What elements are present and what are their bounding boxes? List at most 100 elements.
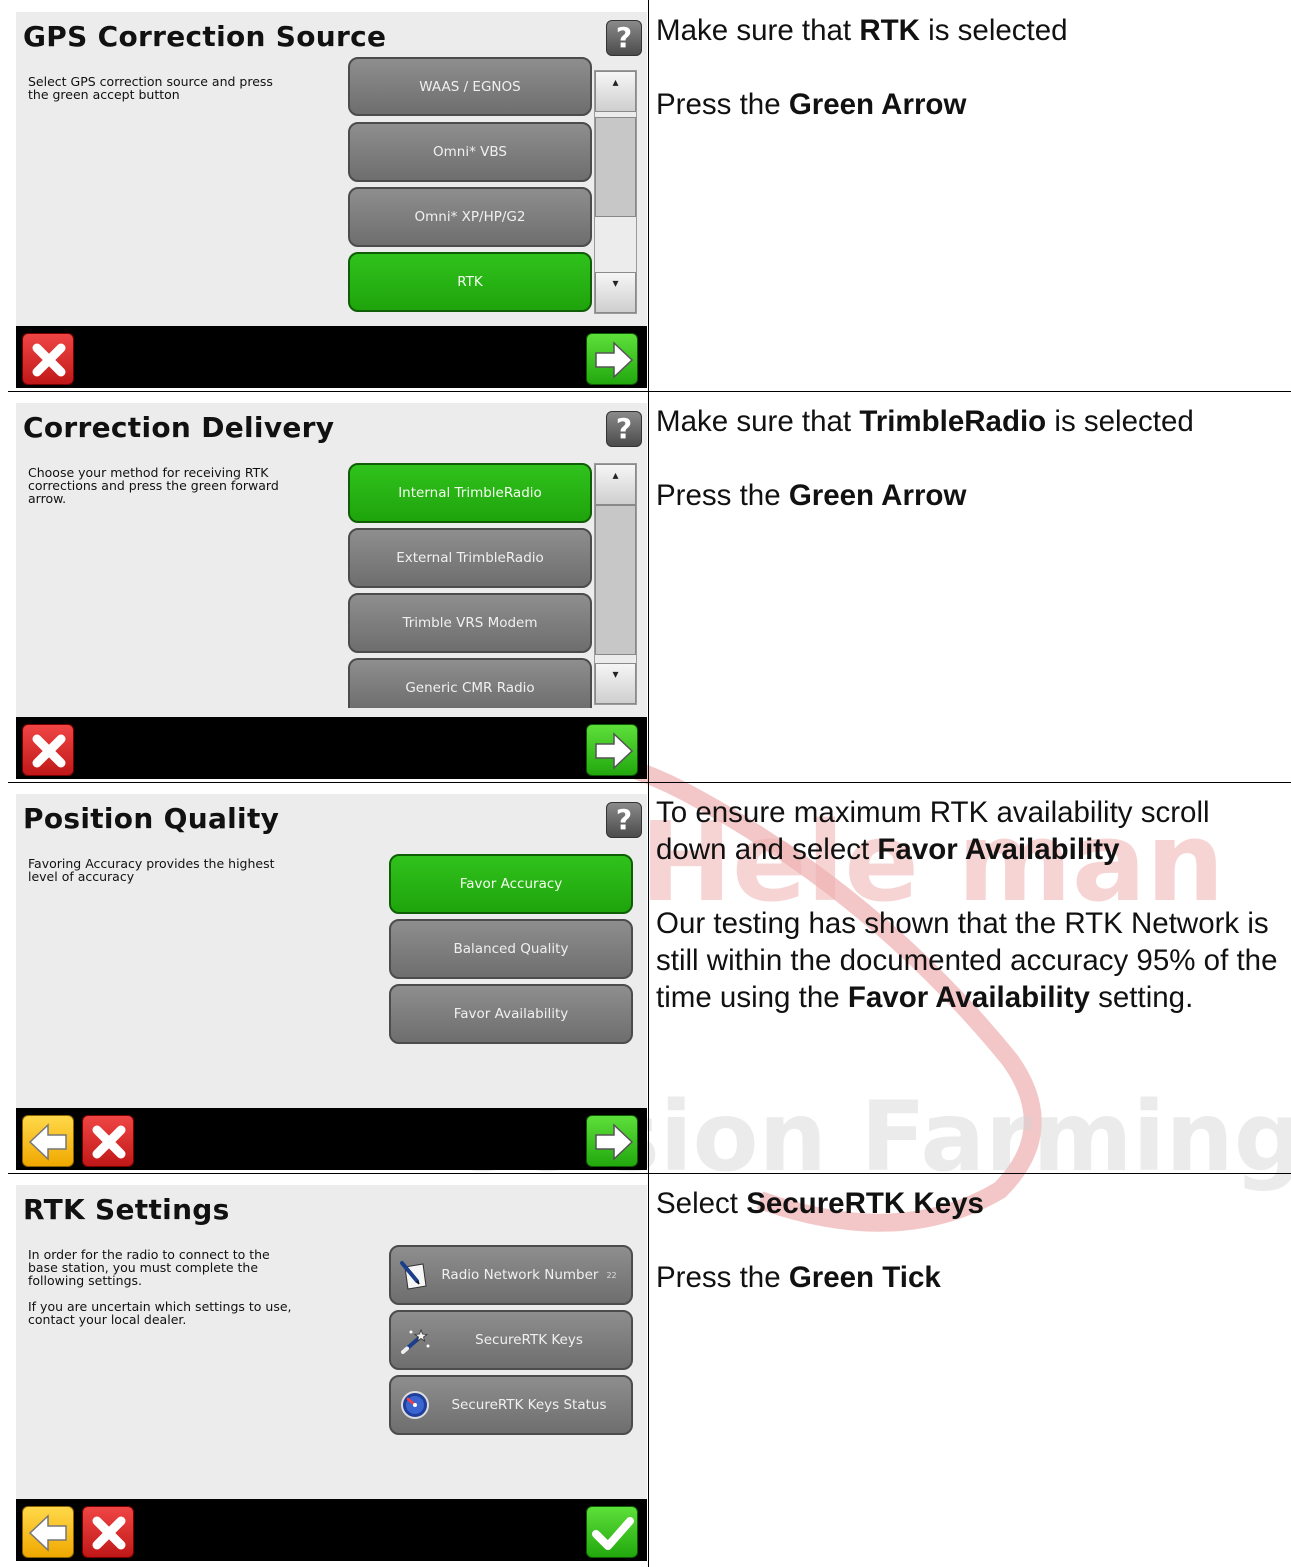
close-icon [32,343,66,377]
arrow-right-icon [595,732,634,770]
option-label: Internal TrimbleRadio [398,485,542,501]
text: is selected [919,14,1068,47]
next-button[interactable] [586,724,638,776]
option-label: SecureRTK Keys Status [451,1397,607,1413]
option-omni-xp[interactable]: Omni* XP/HP/G2 [348,187,592,247]
emphasis: Favor Availability [877,833,1120,866]
row-rtk-settings: RTK Settings In order for the radio to c… [0,1173,1291,1567]
magic-wand-icon [401,1328,430,1354]
instructions: To ensure maximum RTK availability scrol… [656,794,1286,1053]
row-correction-delivery: Correction Delivery ? Choose your method… [0,391,1291,782]
cancel-button[interactable] [22,333,74,385]
scrollbar[interactable]: ▴ ▾ [594,70,637,314]
device-screen: Position Quality ? Favoring Accuracy pro… [16,794,647,1170]
screen-description: Choose your method for receiving RTK cor… [28,465,279,506]
option-radio-network-number[interactable]: Radio Network Number 22 [389,1245,633,1305]
scroll-down-button[interactable]: ▾ [595,272,636,313]
text: Press the [656,479,789,512]
emphasis: Green Tick [788,1261,941,1294]
next-button[interactable] [586,333,638,385]
arrow-right-icon [595,341,634,379]
arrow-left-icon [28,1514,67,1552]
screen-title: Correction Delivery [23,411,335,444]
screen-title: Position Quality [23,802,280,835]
gauge-icon [401,1391,429,1419]
row-gps-correction-source: GPS Correction Source ? Select GPS corre… [0,0,1291,391]
option-label: Trimble VRS Modem [402,615,538,631]
cancel-button[interactable] [82,1115,134,1167]
text: is selected [1046,405,1194,438]
option-label: Omni* XP/HP/G2 [414,209,526,225]
scrollbar[interactable]: ▴ ▾ [594,463,637,705]
option-label: Generic CMR Radio [405,680,535,696]
screen-title: RTK Settings [23,1193,230,1226]
text: Make sure that [656,14,860,47]
bottom-bar [16,326,647,388]
option-badge: 22 [606,1270,617,1280]
emphasis: SecureRTK Keys [746,1187,984,1220]
option-label: Omni* VBS [433,144,507,160]
emphasis: Green Arrow [788,88,967,121]
bottom-bar [16,1499,647,1561]
scroll-thumb[interactable] [595,505,636,655]
option-label: SecureRTK Keys [475,1332,583,1348]
option-rtk[interactable]: RTK [348,252,592,312]
scroll-up-button[interactable]: ▴ [595,464,636,505]
option-securertk-keys[interactable]: SecureRTK Keys [389,1310,633,1370]
device-screen: Correction Delivery ? Choose your method… [16,403,647,779]
arrow-left-icon [28,1123,67,1161]
option-favor-availability[interactable]: Favor Availability [389,984,633,1044]
option-label: Favor Availability [453,1006,569,1022]
instructions: Make sure that RTK is selected Press the… [656,12,1286,160]
option-label: WAAS / EGNOS [419,78,521,95]
emphasis: Favor Availability [847,981,1090,1014]
emphasis: Green Arrow [788,479,967,512]
instructions: Make sure that TrimbleRadio is selected … [656,403,1286,551]
back-button[interactable] [22,1115,74,1167]
checkmark-icon [592,1517,634,1550]
text: Press the [656,88,789,121]
screen-title: GPS Correction Source [23,20,387,53]
help-icon[interactable]: ? [606,411,642,447]
scroll-up-button[interactable]: ▴ [595,71,636,112]
device-screen: RTK Settings In order for the radio to c… [16,1185,647,1561]
emphasis: RTK [859,14,920,47]
option-label: Balanced Quality [453,941,569,957]
back-button[interactable] [22,1506,74,1558]
notepad-icon [400,1261,427,1290]
option-label: Favor Accuracy [459,876,563,892]
screen-description: In order for the radio to connect to the… [28,1247,292,1327]
row-position-quality: Position Quality ? Favoring Accuracy pro… [0,782,1291,1173]
help-icon[interactable]: ? [606,20,642,56]
text: Press the [656,1261,789,1294]
scroll-down-button[interactable]: ▾ [595,663,636,704]
text: setting. [1089,981,1194,1014]
cancel-button[interactable] [82,1506,134,1558]
close-icon [92,1125,126,1159]
option-internal-trimbleradio[interactable]: Internal TrimbleRadio [348,463,592,523]
arrow-right-icon [595,1123,634,1161]
option-waas-egnos[interactable]: WAAS / EGNOS [348,57,592,116]
option-omni-vbs[interactable]: Omni* VBS [348,122,592,182]
text: Select [656,1187,747,1220]
option-label: Radio Network Number [441,1267,599,1283]
option-label: RTK [457,274,483,290]
option-securertk-keys-status[interactable]: SecureRTK Keys Status [389,1375,633,1435]
option-external-trimbleradio[interactable]: External TrimbleRadio [348,528,592,588]
cancel-button[interactable] [22,724,74,776]
screen-description: Favoring Accuracy provides the highest l… [28,856,275,884]
option-generic-cmr-radio[interactable]: Generic CMR Radio [348,658,592,708]
next-button[interactable] [586,1115,638,1167]
bottom-bar [16,1108,647,1170]
option-favor-accuracy[interactable]: Favor Accuracy [389,854,633,914]
option-trimble-vrs-modem[interactable]: Trimble VRS Modem [348,593,592,653]
accept-button[interactable] [586,1506,638,1558]
device-screen: GPS Correction Source ? Select GPS corre… [16,12,647,388]
emphasis: TrimbleRadio [859,405,1047,438]
option-balanced-quality[interactable]: Balanced Quality [389,919,633,979]
text: Make sure that [656,405,860,438]
scroll-thumb[interactable] [595,117,636,217]
option-label: External TrimbleRadio [396,550,544,566]
close-icon [92,1516,126,1550]
help-icon[interactable]: ? [606,802,642,838]
